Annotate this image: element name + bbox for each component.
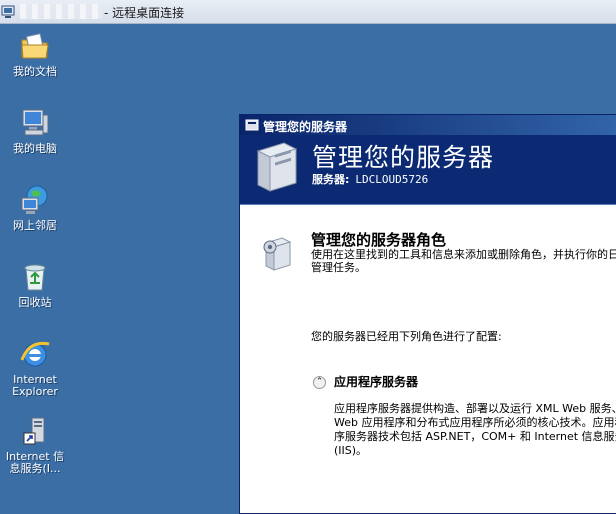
rdp-title-bar[interactable]: - 远程桌面连接 [0, 0, 616, 24]
desktop-icon-label: 我的文档 [13, 65, 57, 78]
desktop-icon-network[interactable]: 网上邻居 [0, 184, 73, 232]
app-server-description: 应用程序服务器提供构造、部署以及运行 XML Web 服务、Web 应用程序和分… [334, 402, 616, 457]
internet-explorer-icon [20, 341, 50, 367]
iis-shortcut-icon [23, 417, 45, 445]
desktop-icon-internet-explorer[interactable]: Internet Explorer [0, 338, 73, 398]
window-app-icon [245, 119, 259, 131]
remote-desktop-icon [1, 4, 17, 18]
app-server-title: 应用程序服务器 [334, 375, 419, 389]
server-label: 服务器: [312, 173, 350, 186]
folder-documents-icon [21, 33, 49, 59]
header-banner: 管理您的服务器 服务器: LDCLOUD5726 [240, 135, 616, 205]
desktop-icon-iis[interactable]: Internet 信 息服务(I... [0, 415, 73, 475]
collapse-chevron-icon[interactable]: ⌃ [313, 376, 326, 389]
server-roles-icon [260, 235, 294, 277]
role-description: 使用在这里找到的工具和信息来添加或删除角色，并执行你的日常管理任务。 [311, 248, 616, 274]
main-content: 管理您的服务器角色 使用在这里找到的工具和信息来添加或删除角色，并执行你的日常管… [240, 205, 616, 513]
network-icon [21, 185, 48, 214]
server-name: LDCLOUD5726 [355, 173, 429, 186]
desktop-icon-label: 我的电脑 [13, 142, 57, 155]
computer-icon [22, 109, 49, 136]
desktop-icon-my-computer[interactable]: 我的电脑 [0, 107, 73, 155]
desktop-icon-label: Internet 信 息服务(I... [5, 450, 65, 475]
rdp-window-title: - 远程桌面连接 [104, 6, 185, 20]
recycle-bin-icon [24, 264, 46, 291]
desktop-icon-label: 网上邻居 [13, 219, 57, 232]
desktop-icon-label: 回收站 [18, 296, 52, 309]
window-title-bar[interactable]: 管理您的服务器 [240, 115, 616, 135]
banner-title: 管理您的服务器 [312, 143, 495, 172]
desktop-icon-my-documents[interactable]: 我的文档 [0, 30, 73, 78]
desktop-icon-label: Internet Explorer [12, 373, 58, 398]
role-heading: 管理您的服务器角色 [311, 231, 447, 249]
server-name-line: 服务器: LDCLOUD5726 [312, 171, 428, 187]
redacted-host-name [20, 4, 102, 19]
desktop-icon-recycle-bin[interactable]: 回收站 [0, 261, 73, 309]
manage-server-window: 管理您的服务器 管理您的服务器 服务器: LDCLOUD5726 管理您的服务器… [239, 114, 616, 514]
configured-roles-text: 您的服务器已经用下列角色进行了配置: [311, 330, 502, 343]
server-icon [254, 141, 300, 197]
window-title: 管理您的服务器 [263, 120, 348, 134]
